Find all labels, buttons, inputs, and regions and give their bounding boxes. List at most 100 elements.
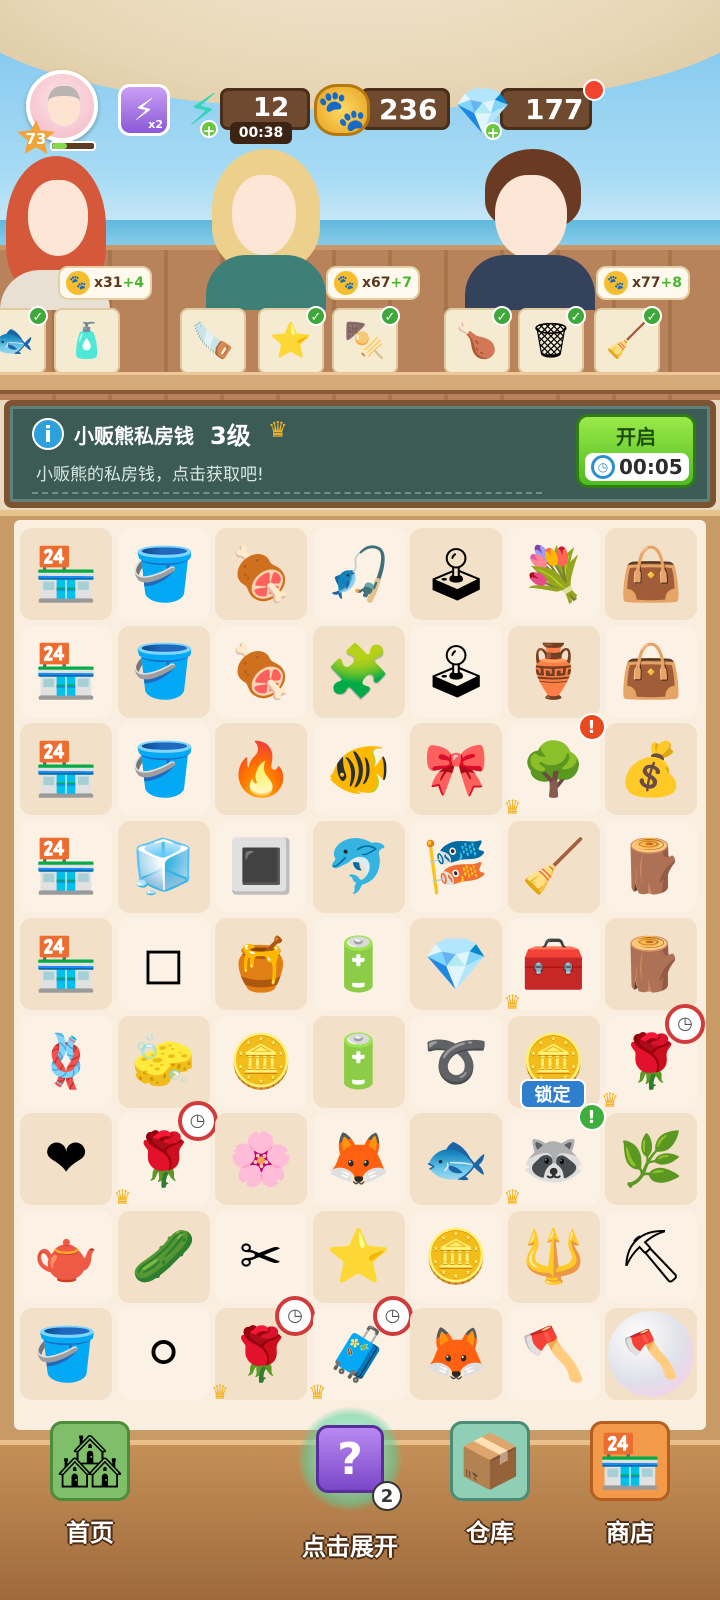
quest-panel[interactable]: i 小贩熊私房钱 3级 ♛ 小贩熊的私房钱，点击获取吧! 开启 ◷ 00:05 bbox=[4, 400, 716, 508]
board-cell[interactable]: 🍖 bbox=[215, 625, 307, 718]
board-cell[interactable]: 🌳 ♛! bbox=[504, 713, 606, 819]
order-card[interactable]: 🧹 ✓ bbox=[594, 306, 662, 374]
add-energy-button[interactable]: + bbox=[200, 120, 218, 140]
order-card[interactable]: ⭐ ✓ bbox=[258, 306, 326, 374]
board-cell[interactable]: ⛏ bbox=[605, 1210, 697, 1303]
board-cell[interactable]: 🫖 bbox=[20, 1210, 112, 1303]
board-cell[interactable]: 🪣 bbox=[117, 723, 210, 815]
starfish-pair-icon: ⭐ bbox=[326, 1227, 391, 1287]
board-cell[interactable]: 🍯 bbox=[215, 918, 307, 1010]
board-cell[interactable]: 🕹 bbox=[410, 625, 502, 718]
order-card[interactable]: 🐟 ✓ bbox=[0, 306, 48, 374]
board-cell[interactable]: 💎 bbox=[410, 918, 502, 1010]
nav-shop[interactable]: 🏪 商店 bbox=[560, 1421, 700, 1571]
board-cell[interactable]: 🏪 bbox=[20, 625, 112, 718]
info-icon[interactable]: i bbox=[32, 418, 64, 450]
face bbox=[232, 175, 296, 255]
board-cell[interactable]: ➰ bbox=[410, 1015, 502, 1108]
board-cell[interactable]: 🧽 bbox=[117, 1015, 210, 1108]
board-cell[interactable]: 💰 bbox=[605, 723, 697, 815]
board-cell[interactable]: ⚪ bbox=[117, 1308, 210, 1400]
crown-icon: ♛ bbox=[268, 418, 288, 443]
board-cell[interactable]: 🦊 bbox=[410, 1308, 502, 1400]
board-cell[interactable]: 🍖 bbox=[215, 528, 307, 620]
board-cell[interactable]: 🪢 bbox=[20, 1015, 112, 1108]
add-gems-button[interactable]: + bbox=[484, 122, 502, 142]
paw-icon: 🐾 bbox=[66, 271, 90, 295]
board-cell[interactable]: 🏪 bbox=[20, 918, 112, 1010]
customer-boy[interactable] bbox=[445, 145, 595, 310]
board-cell[interactable]: 🔋 bbox=[312, 918, 405, 1010]
board-cell[interactable]: ⭐ bbox=[312, 1210, 405, 1303]
board-cell[interactable]: 🪙 bbox=[215, 1015, 307, 1108]
customer-blonde[interactable] bbox=[200, 145, 340, 310]
timer-value: 00:05 bbox=[619, 455, 683, 479]
board-cell[interactable]: 🏪 bbox=[20, 723, 112, 815]
board-cell[interactable]: 🪵 bbox=[605, 820, 697, 913]
board-cell[interactable]: 🎏 bbox=[410, 820, 502, 913]
board-cell[interactable]: 🪣 bbox=[117, 625, 210, 718]
board-cell[interactable]: 🔋 bbox=[312, 1015, 405, 1108]
order-card[interactable]: 🍗 ✓ bbox=[444, 306, 512, 374]
nav-home-label: 首页 bbox=[66, 1519, 114, 1547]
flower-vase-icon: 🏺 bbox=[521, 642, 586, 702]
board-cell[interactable]: 🏺 bbox=[507, 625, 600, 718]
customer-reward-1: 🐾 x31 +4 bbox=[58, 266, 152, 300]
board-cell[interactable]: 🧹 bbox=[507, 820, 600, 913]
nav-home[interactable]: 🏘 首页 bbox=[20, 1421, 160, 1571]
order-card[interactable]: 🗑 ✓ bbox=[518, 306, 586, 374]
board-cell[interactable]: ✂ bbox=[215, 1210, 307, 1303]
checkmark-icon: ✓ bbox=[28, 306, 48, 326]
board-cell[interactable]: 🌹 ♛ ◷ bbox=[211, 1296, 315, 1404]
board-cell[interactable]: 🪓 bbox=[605, 1308, 697, 1400]
order-card[interactable]: 🍢 ✓ bbox=[332, 306, 400, 374]
board-cell[interactable]: 🌹 ♛ ◷ bbox=[114, 1101, 218, 1209]
board-cell[interactable]: 🏪 bbox=[20, 820, 112, 913]
paw-counter: 236 bbox=[360, 88, 450, 130]
board-cell[interactable]: 🌹 ♛ ◷ bbox=[601, 1003, 705, 1112]
board-cell[interactable]: ◻ bbox=[117, 918, 210, 1010]
board-cell[interactable]: 🐬 bbox=[312, 820, 405, 913]
glass-pane-icon: ◻ bbox=[141, 934, 186, 994]
board-cell[interactable]: 🧩 bbox=[312, 625, 405, 718]
energy-boost-button[interactable]: ⚡ x2 bbox=[118, 84, 170, 136]
board-cell[interactable]: 🪵 bbox=[605, 918, 697, 1010]
board-cell[interactable]: 🧰 ♛ bbox=[504, 918, 600, 1014]
board-cell[interactable]: 🎣 bbox=[312, 528, 405, 620]
board-cell[interactable]: 🏪 bbox=[20, 528, 112, 620]
board-cell[interactable]: 🪣 bbox=[117, 528, 210, 620]
board-cell[interactable]: 🔥 bbox=[215, 723, 307, 815]
board-cell[interactable]: 👜 bbox=[605, 625, 697, 718]
saw-icon: 🪚 bbox=[191, 321, 235, 361]
stopwatch-icon: ◷ bbox=[665, 1003, 705, 1044]
board-cell[interactable]: 🧊 bbox=[117, 820, 210, 913]
board-cell[interactable]: 🪣 bbox=[20, 1308, 112, 1400]
boost-multiplier: x2 bbox=[148, 118, 163, 131]
vending-machine-small-icon: 🏪 bbox=[33, 934, 99, 995]
board-cell[interactable]: 🔱 bbox=[507, 1210, 600, 1303]
nav-expand[interactable]: ? 2 点击展开 bbox=[280, 1407, 420, 1585]
board-cell[interactable]: 🕹 bbox=[410, 528, 502, 620]
nav-storage[interactable]: 📦 仓库 bbox=[420, 1421, 560, 1571]
board-cell[interactable]: 🐠 bbox=[312, 723, 405, 815]
board-cell[interactable]: 👜 bbox=[605, 528, 697, 620]
board-cell[interactable]: 🌿 bbox=[605, 1113, 697, 1205]
open-button[interactable]: 开启 ◷ 00:05 bbox=[576, 414, 696, 488]
board-cell[interactable]: 🦊 bbox=[312, 1113, 405, 1205]
order-card[interactable]: 🪚 bbox=[180, 308, 246, 374]
board-cell[interactable]: 🦝 ♛! 锁定 bbox=[504, 1079, 606, 1209]
board-cell[interactable]: 💐 bbox=[507, 528, 600, 620]
paw-coins-pile-icon: 🪙 bbox=[228, 1032, 294, 1092]
board-cell[interactable]: 🐟 bbox=[410, 1113, 502, 1205]
board-cell[interactable]: 🧳 ♛ ◷ bbox=[309, 1296, 413, 1404]
board-cell[interactable]: 🎀 bbox=[410, 723, 502, 815]
board-cell[interactable]: 🪙 bbox=[410, 1210, 502, 1303]
money-tree-generator-icon: 🌳 bbox=[521, 739, 586, 800]
fish-icon: 🐟 bbox=[0, 321, 35, 361]
board-cell[interactable]: 🔳 bbox=[215, 820, 307, 913]
board-cell[interactable]: ❤ bbox=[20, 1113, 112, 1205]
board-cell[interactable]: 🥒 bbox=[117, 1210, 210, 1303]
board-cell[interactable]: 🪓 bbox=[507, 1308, 600, 1400]
order-card[interactable]: 🧴 bbox=[54, 308, 120, 374]
board-cell[interactable]: 🌸 bbox=[215, 1113, 307, 1205]
